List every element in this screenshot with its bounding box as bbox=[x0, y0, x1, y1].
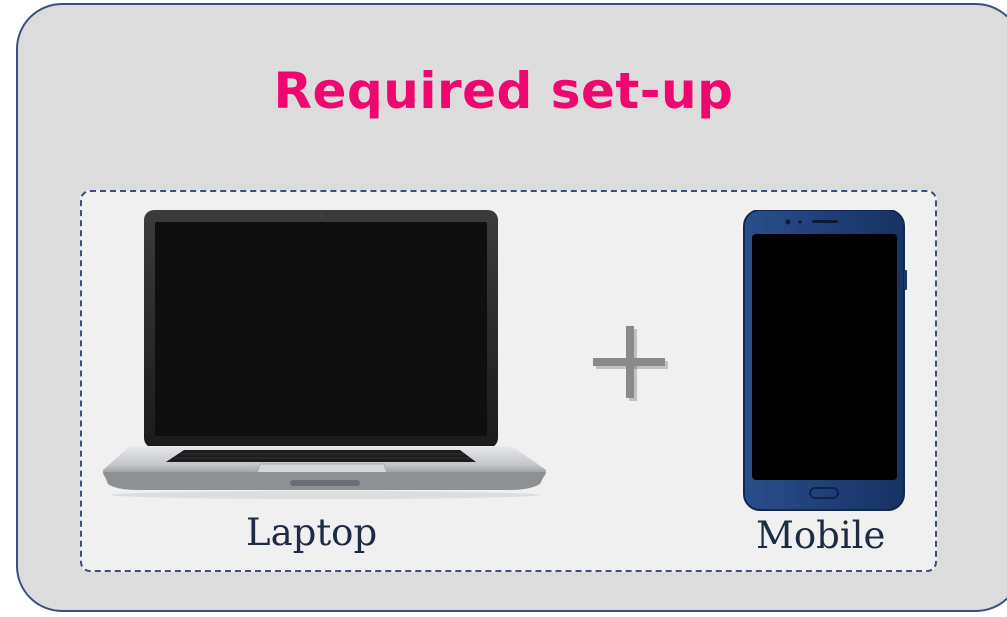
laptop-screen bbox=[155, 222, 487, 436]
mobile-label: Mobile bbox=[756, 514, 886, 557]
mobile-phone-image bbox=[743, 210, 907, 511]
laptop-keyboard bbox=[166, 450, 476, 462]
plus-icon bbox=[593, 326, 668, 401]
laptop-image bbox=[102, 210, 547, 499]
phone-screen bbox=[752, 234, 897, 480]
laptop-label: Laptop bbox=[246, 511, 378, 554]
page-title: Required set-up bbox=[273, 62, 734, 120]
